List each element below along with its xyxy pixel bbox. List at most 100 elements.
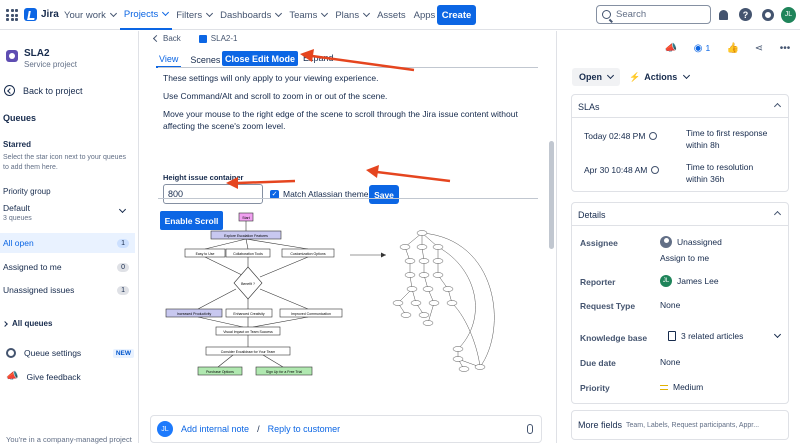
more-fields-section[interactable]: More fields Team, Labels, Request partic… — [571, 410, 789, 440]
back-arrow-icon — [4, 85, 15, 96]
search-input[interactable]: Search — [596, 5, 711, 24]
chevron-up-icon[interactable] — [773, 102, 782, 111]
more-fields-summary: Team, Labels, Request participants, Appr… — [626, 421, 760, 429]
create-button[interactable]: Create — [437, 5, 476, 25]
due-date-label: Due date — [580, 358, 616, 368]
flow-collab: Collaboration Tools — [233, 252, 263, 256]
scene-canvas[interactable]: Start Explore Escalation Features Easy t… — [158, 198, 538, 398]
eye-icon: ◉ — [693, 42, 703, 54]
tab-view[interactable]: View — [156, 52, 182, 68]
notifications-icon[interactable] — [716, 7, 731, 22]
scene-scrollbar[interactable] — [549, 141, 554, 249]
nav-dashboards[interactable]: Dashboards — [216, 0, 285, 30]
issue-sidebar: 📣 ◉ 1 👍 ⋖ ••• Open ⚡ Actions SLAs Today 02… — [556, 31, 800, 443]
flow-creat: Enhanced Creativity — [233, 312, 265, 316]
profile-avatar[interactable]: JL — [781, 6, 796, 23]
issue-key-link[interactable]: SLA2-1 — [198, 34, 237, 43]
settings-text: Move your mouse to the right edge of the… — [163, 109, 518, 131]
flow-signup: Sign Up for a Free Trial — [266, 370, 302, 374]
commenter-avatar: JL — [157, 421, 173, 437]
status-dropdown[interactable]: Open — [572, 68, 620, 86]
details-card: Details Assignee Unassigned Assign to me… — [571, 202, 789, 404]
assignee-label: Assignee — [580, 238, 618, 248]
watch-button[interactable]: ◉ 1 — [691, 42, 713, 54]
priority-group-selector[interactable]: Default 3 queues — [0, 200, 135, 228]
group-count: 3 queues — [3, 215, 32, 222]
book-icon — [668, 331, 676, 341]
search-placeholder: Search — [616, 9, 647, 20]
flow-prod: Increased Productivity — [177, 312, 212, 316]
nav-assets[interactable]: Assets — [373, 0, 410, 30]
settings-icon[interactable] — [760, 7, 775, 22]
flow-purchase: Purchase Options — [206, 370, 234, 374]
back-link[interactable]: Back — [152, 34, 181, 43]
feedback-icon[interactable]: 📣 — [665, 42, 677, 54]
priority-value[interactable]: Medium — [660, 382, 703, 392]
user-icon — [660, 236, 672, 248]
queue-count: 0 — [117, 262, 129, 272]
share-icon[interactable]: ⋖ — [753, 42, 765, 54]
help-icon[interactable]: ? — [738, 7, 753, 22]
actions-dropdown[interactable]: ⚡ Actions — [629, 68, 691, 86]
queue-count: 1 — [117, 285, 129, 295]
flow-explore: Explore Escalation Features — [224, 234, 268, 238]
sla-description: Time to first response within 8h — [686, 128, 768, 150]
queue-settings-link[interactable]: Queue settings NEW — [6, 348, 134, 358]
expand-button[interactable]: Expand — [303, 53, 334, 63]
queue-count: 1 — [117, 238, 129, 248]
scene-tabs: View Scenes — [156, 52, 223, 68]
give-feedback-link[interactable]: 📣 Give feedback — [6, 371, 134, 382]
knowledge-base-value[interactable]: 3 related articles — [668, 330, 782, 341]
all-queues-toggle[interactable]: All queues — [2, 319, 52, 328]
logo-text: Jira — [41, 9, 59, 20]
back-to-project-link[interactable]: Back to project — [4, 85, 83, 96]
nav-plans[interactable]: Plans — [331, 0, 373, 30]
chevron-right-icon — [2, 320, 8, 327]
sla-time: Apr 30 10:48 AM — [584, 165, 660, 175]
reply-to-customer-link[interactable]: Reply to customer — [268, 424, 341, 434]
jira-logo-icon — [24, 8, 37, 21]
nav-filters[interactable]: Filters — [172, 0, 216, 30]
slas-title: SLAs — [578, 102, 600, 112]
issue-actions: 📣 ◉ 1 👍 ⋖ ••• — [665, 42, 791, 54]
nav-projects[interactable]: Projects — [119, 0, 173, 30]
top-navigation: Jira Your work Projects Filters Dashboar… — [0, 0, 800, 30]
slas-card: SLAs Today 02:48 PM Time to first respon… — [571, 94, 789, 192]
due-date-value[interactable]: None — [660, 357, 680, 367]
settings-text: Use Command/Alt and scroll to zoom in or… — [163, 91, 388, 101]
project-header[interactable]: SLA2 Service project — [6, 48, 77, 69]
comment-bar: JL Add internal note / Reply to customer — [150, 415, 542, 443]
add-internal-note-link[interactable]: Add internal note — [181, 424, 249, 434]
flow-consider: Consider Excalidraw for Your Team — [221, 350, 275, 354]
reporter-value[interactable]: JL James Lee — [660, 275, 719, 287]
jira-logo[interactable]: Jira — [24, 8, 59, 21]
queue-unassigned[interactable]: Unassigned issues 1 — [0, 280, 135, 300]
issue-breadcrumb: Back SLA2-1 — [152, 34, 237, 43]
nav-your-work[interactable]: Your work — [60, 0, 120, 30]
app-switcher-icon[interactable] — [6, 9, 18, 21]
search-icon — [602, 10, 611, 19]
nav-teams[interactable]: Teams — [285, 0, 331, 30]
lightning-icon: ⚡ — [629, 71, 641, 82]
queue-all-open[interactable]: All open 1 — [0, 233, 135, 253]
chevron-up-icon[interactable] — [773, 210, 782, 219]
height-label: Height issue container — [163, 173, 244, 182]
starred-heading: Starred — [3, 140, 32, 149]
request-type-label: Request Type — [580, 301, 636, 311]
assign-to-me-link[interactable]: Assign to me — [660, 253, 709, 263]
close-edit-mode-button[interactable]: Close Edit Mode — [222, 51, 298, 66]
issue-main: Back SLA2-1 View Scenes Close Edit Mode … — [140, 31, 555, 443]
assignee-value[interactable]: Unassigned — [660, 236, 722, 248]
more-icon[interactable]: ••• — [779, 42, 791, 54]
settings-text: These settings will only apply to your v… — [163, 73, 379, 83]
tab-scenes[interactable]: Scenes — [187, 53, 223, 67]
flow-comm: Improved Communication — [291, 312, 331, 316]
request-type-value[interactable]: None — [660, 300, 680, 310]
thumbs-up-icon[interactable]: 👍 — [727, 42, 739, 54]
main-nav: Your work Projects Filters Dashboards Te… — [60, 0, 449, 30]
priority-medium-icon — [660, 384, 668, 390]
attachment-icon[interactable] — [527, 424, 533, 434]
priority-group-heading: Priority group — [3, 187, 51, 196]
flow-easy: Easy to Use — [196, 252, 215, 256]
queue-assigned-to-me[interactable]: Assigned to me 0 — [0, 257, 135, 277]
